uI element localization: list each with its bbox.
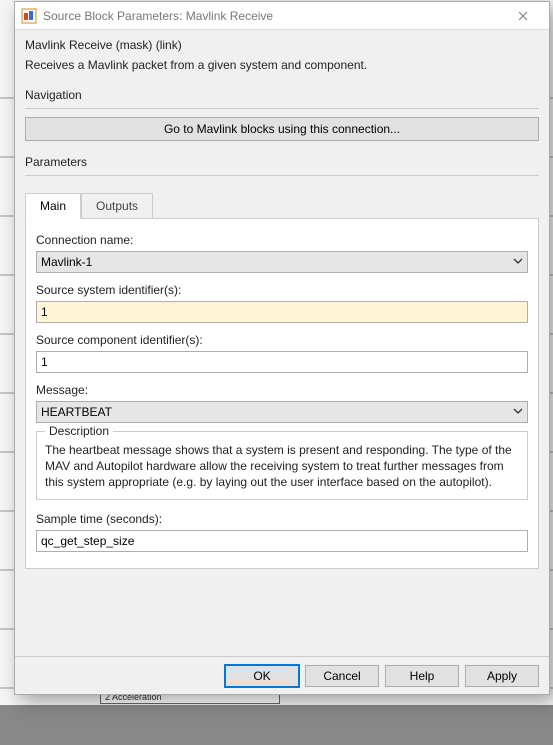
ok-button[interactable]: OK: [225, 665, 299, 687]
app-icon: [21, 8, 37, 24]
goto-connection-button[interactable]: Go to Mavlink blocks using this connecti…: [25, 117, 539, 141]
sample-time-label: Sample time (seconds):: [36, 512, 528, 526]
help-button[interactable]: Help: [385, 665, 459, 687]
dialog-content: Mavlink Receive (mask) (link) Receives a…: [15, 30, 549, 656]
source-component-input[interactable]: [36, 351, 528, 373]
divider: [25, 175, 539, 176]
titlebar: Source Block Parameters: Mavlink Receive: [15, 2, 549, 30]
window-title: Source Block Parameters: Mavlink Receive: [43, 9, 497, 23]
parameters-label: Parameters: [25, 155, 539, 169]
source-system-label: Source system identifier(s):: [36, 283, 528, 297]
connection-name-select[interactable]: [36, 251, 528, 273]
block-description: Receives a Mavlink packet from a given s…: [25, 58, 539, 72]
tab-panel-main: Connection name: Source system identifie…: [25, 218, 539, 569]
tab-outputs[interactable]: Outputs: [81, 193, 153, 219]
description-group: Description The heartbeat message shows …: [36, 431, 528, 500]
connection-name-label: Connection name:: [36, 233, 528, 247]
button-bar: OK Cancel Help Apply: [15, 656, 549, 694]
tab-strip: Main Outputs: [25, 192, 539, 218]
description-body: The heartbeat message shows that a syste…: [45, 442, 519, 491]
message-label: Message:: [36, 383, 528, 397]
cancel-button[interactable]: Cancel: [305, 665, 379, 687]
dialog-window: Source Block Parameters: Mavlink Receive…: [14, 1, 550, 695]
tab-main[interactable]: Main: [25, 193, 81, 219]
navigation-label: Navigation: [25, 88, 539, 102]
apply-button[interactable]: Apply: [465, 665, 539, 687]
source-component-label: Source component identifier(s):: [36, 333, 528, 347]
sample-time-input[interactable]: [36, 530, 528, 552]
source-system-input[interactable]: [36, 301, 528, 323]
message-select[interactable]: [36, 401, 528, 423]
mask-title: Mavlink Receive (mask) (link): [25, 38, 539, 52]
close-button[interactable]: [503, 2, 543, 30]
description-legend: Description: [45, 424, 113, 438]
divider: [25, 108, 539, 109]
